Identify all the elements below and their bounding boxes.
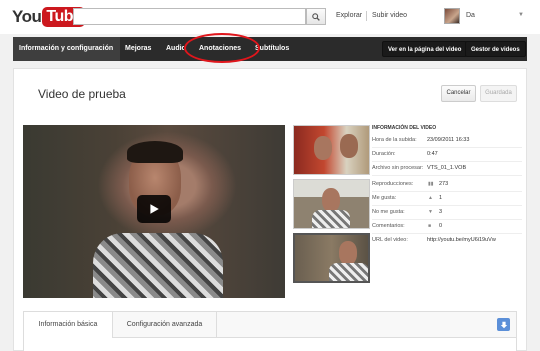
info-label: Comentarios: bbox=[372, 223, 405, 229]
avatar[interactable] bbox=[444, 8, 460, 24]
thumbnail-shirt-2 bbox=[312, 210, 350, 228]
video-url-link[interactable]: http://youtu.be/myU6i19uVw bbox=[427, 237, 496, 243]
info-row-comments: Comentarios: ■ 0 bbox=[372, 221, 522, 234]
cancel-button[interactable]: Cancelar bbox=[441, 85, 476, 102]
info-row-dislikes: No me gusta: ▼ 3 bbox=[372, 207, 522, 220]
thumbnail-option-1[interactable] bbox=[293, 125, 370, 175]
thumbs-down-icon: ▼ bbox=[428, 209, 433, 215]
info-label: Duración: bbox=[372, 151, 396, 157]
top-link-divider bbox=[366, 11, 367, 21]
play-icon bbox=[150, 204, 159, 214]
chevron-down-icon[interactable]: ▼ bbox=[518, 12, 524, 18]
editor-navbar: Información y configuración Mejoras Audi… bbox=[13, 37, 527, 61]
download-icon bbox=[500, 321, 507, 328]
info-value: 0:47 bbox=[427, 151, 438, 157]
video-info-header: INFORMACIÓN DEL VIDEO bbox=[372, 125, 437, 131]
info-value: 0 bbox=[439, 223, 443, 229]
tab-subtitles[interactable]: Subtítulos bbox=[255, 37, 289, 61]
thumbnail-shirt-3 bbox=[329, 263, 368, 281]
info-label: Hora de la subida: bbox=[372, 137, 417, 143]
tab-content-area bbox=[23, 338, 517, 351]
info-row-raw-file: Archivo sin procesar: VTS_01_1.VOB bbox=[372, 163, 522, 176]
main-panel: Video de prueba Cancelar Guardada INFORM… bbox=[13, 68, 527, 351]
thumbnail-option-3[interactable] bbox=[293, 233, 370, 283]
search-icon bbox=[312, 12, 320, 21]
info-label: Me gusta: bbox=[372, 195, 397, 201]
video-frame-shirt bbox=[93, 233, 223, 298]
video-player[interactable] bbox=[23, 125, 285, 298]
thumbnail-face-1 bbox=[314, 136, 332, 160]
explore-link[interactable]: Explorar bbox=[336, 12, 362, 19]
search-input[interactable] bbox=[73, 8, 306, 25]
thumbnail-option-2[interactable] bbox=[293, 179, 370, 229]
tab-audio[interactable]: Audio bbox=[166, 37, 184, 61]
masthead: You Tube Explorar Subir video Da ▼ bbox=[0, 0, 540, 34]
thumbs-up-icon: ▲ bbox=[428, 195, 433, 201]
video-manager-button[interactable]: Gestor de videos bbox=[465, 41, 526, 57]
thumbnail-face-1b bbox=[340, 134, 358, 158]
info-value: VTS_01_1.VOB bbox=[427, 165, 467, 171]
view-on-video-page-button[interactable]: Ver en la página del video bbox=[382, 41, 468, 57]
info-label: Reproducciones: bbox=[372, 181, 414, 187]
info-row-duration: Duración: 0:47 bbox=[372, 149, 522, 162]
tab-basic-info[interactable]: Información básica bbox=[24, 312, 113, 338]
tab-enhancements[interactable]: Mejoras bbox=[125, 37, 151, 61]
info-value: 1 bbox=[439, 195, 443, 201]
comment-icon: ■ bbox=[428, 223, 432, 229]
tab-advanced-settings[interactable]: Configuración avanzada bbox=[113, 312, 217, 338]
info-label: URL del video: bbox=[372, 237, 408, 243]
save-button[interactable]: Guardada bbox=[480, 85, 517, 102]
info-row-views: Reproducciones: ▮▮ 273 bbox=[372, 179, 522, 192]
info-row-url: URL del video: http://youtu.be/myU6i19uV… bbox=[372, 235, 522, 248]
info-row-likes: Me gusta: ▲ 1 bbox=[372, 193, 522, 206]
user-name[interactable]: Da bbox=[466, 12, 475, 19]
tab-info-settings[interactable]: Información y configuración bbox=[13, 37, 120, 61]
video-frame-hair bbox=[127, 141, 183, 163]
thumbnail-face-2 bbox=[322, 188, 340, 212]
bar-chart-icon: ▮▮ bbox=[428, 181, 434, 187]
download-button[interactable] bbox=[497, 318, 510, 331]
info-value: 3 bbox=[439, 209, 443, 215]
info-label: No me gusta: bbox=[372, 209, 405, 215]
logo-you-text: You bbox=[12, 7, 42, 26]
info-row-upload-time: Hora de la subida: 23/09/2011 16:33 bbox=[372, 135, 522, 148]
search-button[interactable] bbox=[306, 8, 326, 25]
info-value: 273 bbox=[439, 181, 449, 187]
upload-link[interactable]: Subir video bbox=[372, 12, 407, 19]
annotation-highlight-ring bbox=[184, 33, 260, 63]
info-label: Archivo sin procesar: bbox=[372, 165, 424, 171]
page-title: Video de prueba bbox=[38, 87, 126, 101]
settings-tabs: Información básica Configuración avanzad… bbox=[23, 311, 517, 338]
thumbnail-face-3 bbox=[339, 241, 357, 265]
play-button[interactable] bbox=[137, 195, 171, 223]
info-value: 23/09/2011 16:33 bbox=[427, 137, 470, 143]
